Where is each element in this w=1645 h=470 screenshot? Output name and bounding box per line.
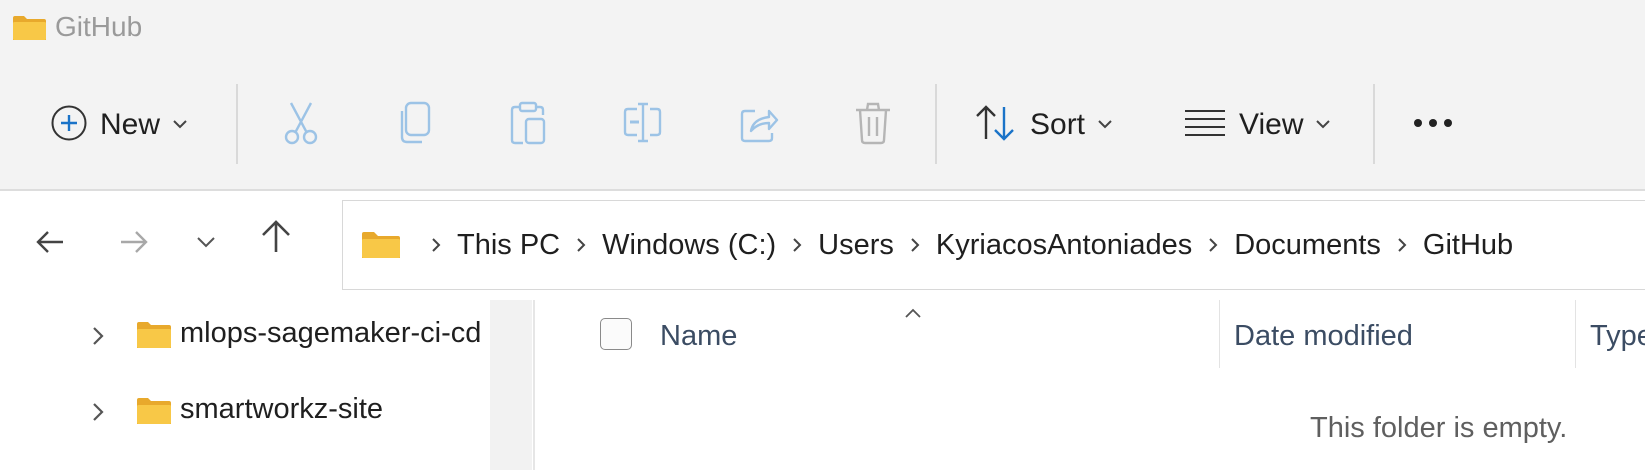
view-icon (1183, 108, 1227, 143)
expand-chevron-icon[interactable] (90, 400, 106, 429)
tree-item-smartworkz[interactable]: smartworkz-site (0, 376, 490, 446)
toolbar-separator (935, 84, 937, 164)
column-type[interactable]: Type (1590, 320, 1645, 353)
paste-button[interactable] (509, 86, 547, 164)
column-header: Name Date modified Type (536, 300, 1645, 372)
sort-icon (974, 103, 1018, 148)
recent-chevron-icon (195, 235, 217, 254)
new-label: New (100, 108, 161, 141)
chevron-right-icon (790, 234, 804, 256)
delete-button[interactable] (854, 86, 892, 164)
back-button[interactable] (30, 224, 70, 264)
folder-icon (136, 320, 172, 350)
up-button[interactable] (256, 218, 296, 258)
share-button[interactable] (739, 86, 779, 164)
chevron-right-icon (574, 234, 588, 256)
breadcrumb-users[interactable]: Users (818, 229, 894, 262)
window-title: GitHub (55, 11, 143, 42)
more-button[interactable] (1410, 86, 1456, 164)
copy-button[interactable] (397, 86, 433, 164)
sort-ascending-icon (904, 306, 922, 324)
folder-icon (136, 396, 172, 426)
toolbar-separator (236, 84, 238, 164)
share-icon (739, 101, 779, 150)
more-icon (1410, 116, 1456, 134)
folder-icon (12, 14, 47, 42)
rename-icon (622, 101, 664, 150)
title-bar: GitHub (0, 0, 1645, 58)
up-arrow-icon (259, 218, 293, 259)
expand-chevron-icon[interactable] (90, 324, 106, 353)
sort-button[interactable]: Sort (974, 86, 1113, 164)
cut-button[interactable] (282, 86, 320, 164)
folder-icon (361, 230, 401, 260)
paste-icon (509, 101, 547, 150)
view-button[interactable]: View (1183, 86, 1331, 164)
column-date-modified[interactable]: Date modified (1234, 320, 1413, 353)
new-button[interactable]: New (50, 86, 188, 164)
chevron-down-icon (172, 116, 188, 134)
chevron-down-icon (1315, 116, 1331, 134)
chevron-down-icon (1097, 116, 1113, 134)
chevron-right-icon (908, 234, 922, 256)
navigation-scrollbar[interactable] (490, 300, 532, 470)
empty-folder-message: This folder is empty. (1310, 412, 1568, 444)
tree-item-mlops[interactable]: mlops-sagemaker-ci-cd (0, 300, 490, 370)
tree-item-label: smartworkz-site (180, 393, 384, 425)
delete-icon (854, 101, 892, 150)
forward-arrow-icon (119, 229, 149, 260)
column-name[interactable]: Name (660, 320, 737, 353)
recent-locations-button[interactable] (186, 224, 226, 264)
chevron-right-icon (1206, 234, 1220, 256)
sort-label: Sort (1030, 108, 1086, 141)
chevron-right-icon (1395, 234, 1409, 256)
view-label: View (1239, 108, 1304, 141)
breadcrumb-this-pc[interactable]: This PC (457, 229, 560, 262)
plus-circle-icon (50, 104, 88, 147)
toolbar-divider (0, 189, 1645, 191)
address-bar[interactable]: This PC Windows (C:) Users KyriacosAnton… (342, 200, 1645, 290)
navigation-pane: mlops-sagemaker-ci-cd smartworkz-site (0, 300, 490, 470)
back-arrow-icon (35, 229, 65, 260)
breadcrumb-user-folder[interactable]: KyriacosAntoniades (936, 229, 1192, 262)
breadcrumb-windows-c[interactable]: Windows (C:) (602, 229, 776, 262)
column-resize-handle[interactable] (1575, 300, 1576, 368)
select-all-checkbox[interactable] (600, 318, 632, 350)
forward-button[interactable] (114, 224, 154, 264)
copy-icon (397, 101, 433, 150)
toolbar-separator (1373, 84, 1375, 164)
tree-item-label: mlops-sagemaker-ci-cd (180, 317, 482, 349)
column-resize-handle[interactable] (1219, 300, 1220, 368)
breadcrumb-github[interactable]: GitHub (1423, 229, 1513, 262)
breadcrumb-documents[interactable]: Documents (1234, 229, 1381, 262)
chevron-right-icon (429, 234, 443, 256)
top-area: GitHub New Sort View (0, 0, 1645, 190)
pane-divider[interactable] (533, 300, 535, 470)
cut-icon (282, 101, 320, 150)
rename-button[interactable] (622, 86, 664, 164)
